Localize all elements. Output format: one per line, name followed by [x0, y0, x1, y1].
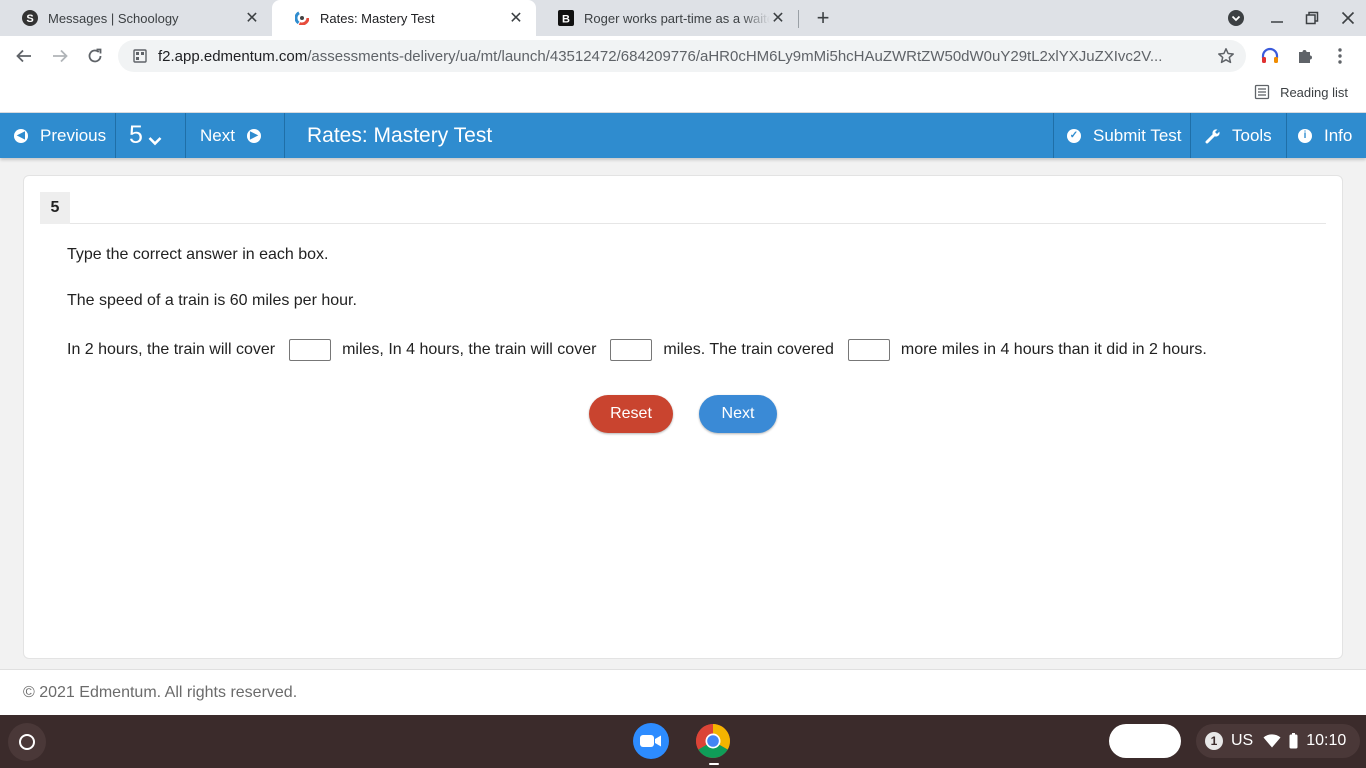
header-divider — [284, 113, 285, 158]
tab-title: Messages | Schoology — [48, 10, 179, 26]
wifi-icon — [1263, 734, 1281, 748]
forward-arrow-icon[interactable] — [48, 44, 72, 68]
close-icon[interactable]: ✕ — [244, 10, 260, 27]
tools-button[interactable]: Tools — [1205, 113, 1272, 158]
restore-icon[interactable] — [1300, 6, 1324, 30]
bookmarks-bar: Reading list — [0, 76, 1366, 113]
holding-space-thumbnails[interactable] — [1109, 724, 1181, 758]
svg-text:S: S — [26, 13, 33, 25]
schoology-icon: S — [22, 10, 38, 26]
reset-button[interactable]: Reset — [589, 395, 673, 433]
test-header: ◀ Previous 5 Next ▶ Rates: Mastery Test … — [0, 113, 1366, 158]
os-shelf: 1 US 10:10 — [0, 715, 1366, 768]
sentence-part-4: more miles in 4 hours than it did in 2 h… — [900, 341, 1207, 358]
reading-list-icon — [1254, 84, 1270, 100]
page-footer: © 2021 Edmentum. All rights reserved. — [0, 669, 1366, 715]
tab-rates-mastery-test[interactable]: Rates: Mastery Test ✕ — [272, 0, 536, 36]
reading-list-label: Reading list — [1280, 84, 1348, 100]
question-number-badge: 5 — [40, 192, 70, 224]
chrome-app-icon[interactable] — [695, 723, 731, 759]
notification-count: 1 — [1205, 732, 1223, 750]
arrow-left-circle-icon: ◀ — [14, 128, 28, 143]
tab-separator — [798, 10, 799, 28]
minimize-icon[interactable] — [1265, 6, 1289, 30]
question-number-row: 5 — [40, 192, 1326, 224]
sentence-part-2: miles, In 4 hours, the train will cover — [342, 341, 597, 358]
answer-box-3[interactable] — [847, 339, 890, 361]
url-path: /assessments-delivery/ua/mt/launch/43512… — [307, 47, 1163, 65]
url-host: f2.app.edmentum.com — [158, 47, 308, 65]
answer-box-1[interactable] — [289, 339, 332, 361]
launcher-button[interactable] — [8, 723, 46, 761]
test-title: Rates: Mastery Test — [307, 123, 493, 147]
arrow-right-circle-icon: ▶ — [246, 128, 261, 143]
header-divider — [115, 113, 116, 158]
zoom-app-icon[interactable] — [633, 723, 669, 759]
keyboard-language: US — [1231, 732, 1254, 749]
tab-strip: S Messages | Schoology ✕ Rates: Mastery … — [0, 0, 1366, 36]
answer-box-2[interactable] — [610, 339, 653, 361]
reload-icon[interactable] — [83, 44, 107, 68]
question-instruction: Type the correct answer in each box. — [67, 246, 329, 263]
wrench-icon — [1205, 128, 1221, 144]
copyright-text: © 2021 Edmentum. All rights reserved. — [23, 684, 298, 701]
tools-label: Tools — [1232, 125, 1272, 145]
close-window-icon[interactable] — [1336, 6, 1360, 30]
header-divider — [1286, 113, 1287, 158]
back-arrow-icon[interactable] — [12, 44, 36, 68]
browser-toolbar: f2.app.edmentum.com/assessments-delivery… — [0, 36, 1366, 76]
tab-title: Rates: Mastery Test — [320, 10, 435, 26]
svg-text:B: B — [562, 14, 570, 26]
reading-list-button[interactable]: Reading list — [1254, 84, 1348, 100]
url-text: f2.app.edmentum.com/assessments-delivery… — [158, 48, 1216, 65]
clock-time: 10:10 — [1306, 732, 1347, 749]
new-tab-button[interactable]: + — [811, 5, 835, 30]
tab-search-icon[interactable] — [1224, 6, 1248, 30]
battery-icon — [1289, 733, 1298, 749]
tab-title: Roger works part-time as a waiter — [584, 10, 770, 26]
question-card: 5 Type the correct answer in each box. T… — [23, 175, 1343, 659]
check-circle-icon: ✓ — [1067, 128, 1081, 143]
question-number: 5 — [129, 121, 143, 149]
submit-test-button[interactable]: ✓ Submit Test — [1067, 113, 1182, 158]
launcher-icon — [19, 734, 35, 750]
next-label: Next — [200, 125, 235, 145]
submit-label: Submit Test — [1093, 125, 1182, 145]
puzzle-extensions-icon[interactable] — [1294, 45, 1316, 67]
address-bar[interactable]: f2.app.edmentum.com/assessments-delivery… — [118, 40, 1246, 72]
site-info-icon[interactable] — [132, 48, 148, 64]
sentence-part-1: In 2 hours, the train will cover — [67, 341, 276, 358]
fill-in-sentence: In 2 hours, the train will cover miles, … — [67, 338, 1207, 362]
next-button[interactable]: Next — [699, 395, 777, 433]
info-icon: i — [1298, 128, 1312, 143]
question-selector[interactable]: 5 — [129, 113, 162, 158]
previous-button[interactable]: ◀ Previous — [14, 113, 106, 158]
edmentum-icon — [294, 10, 310, 26]
close-icon[interactable]: ✕ — [770, 10, 786, 27]
info-button[interactable]: i Info — [1298, 113, 1352, 158]
chevron-down-icon — [148, 124, 162, 153]
headphones-extension-icon[interactable] — [1259, 45, 1281, 67]
running-indicator — [709, 763, 719, 765]
status-tray[interactable]: 1 US 10:10 — [1196, 724, 1360, 758]
bookmark-star-icon[interactable] — [1216, 46, 1236, 66]
next-question-button[interactable]: Next ▶ — [200, 113, 261, 158]
chrome-menu-icon[interactable] — [1329, 45, 1351, 67]
tab-schoology[interactable]: S Messages | Schoology ✕ — [0, 0, 272, 36]
question-stem: The speed of a train is 60 miles per hou… — [67, 292, 357, 309]
header-divider — [1053, 113, 1054, 158]
close-icon[interactable]: ✕ — [508, 10, 524, 27]
info-label: Info — [1324, 125, 1353, 145]
brainly-icon: B — [558, 10, 574, 26]
sentence-part-3: miles. The train covered — [663, 341, 834, 358]
header-divider — [185, 113, 186, 158]
header-divider — [1190, 113, 1191, 158]
previous-label: Previous — [40, 125, 107, 145]
tab-brainly[interactable]: B Roger works part-time as a waiter ✕ — [536, 0, 798, 36]
